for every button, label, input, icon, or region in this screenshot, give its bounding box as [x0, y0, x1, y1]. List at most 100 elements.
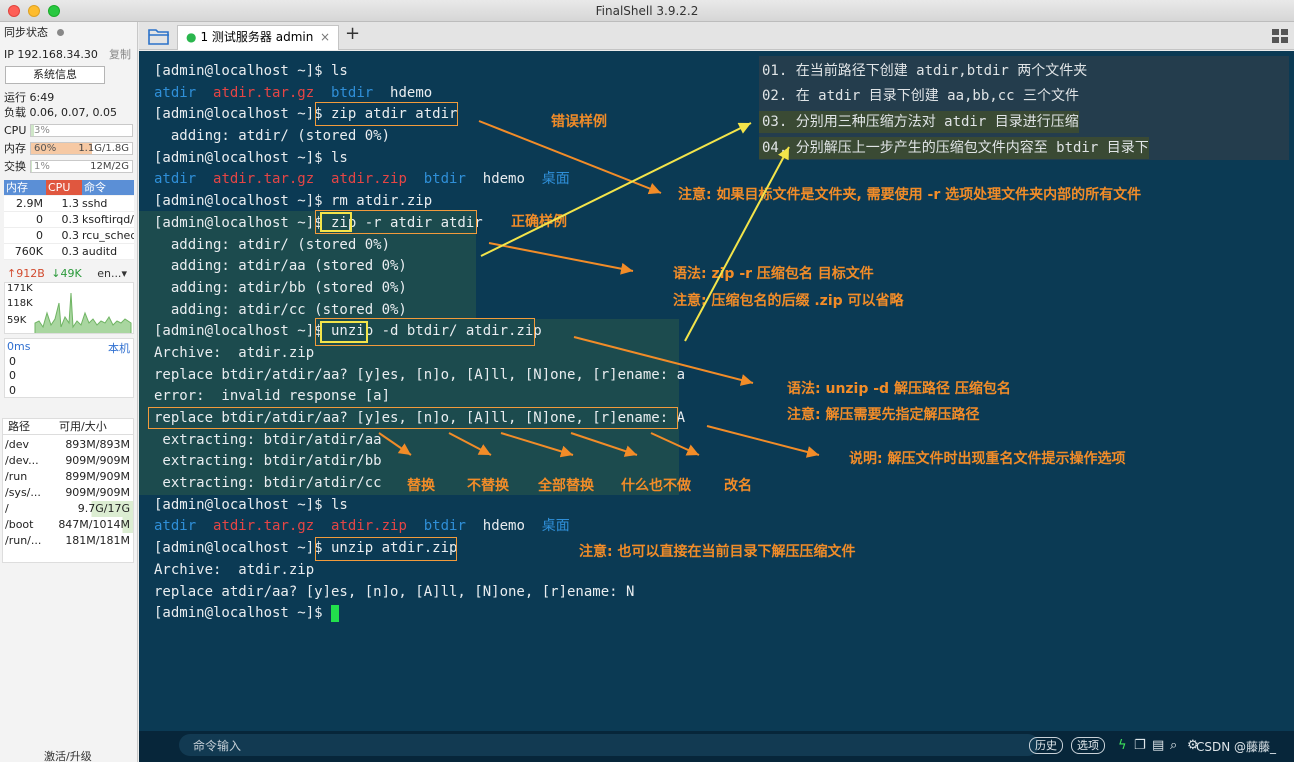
close-tab-icon[interactable]: × [320, 26, 330, 49]
net-upload: 912B [16, 267, 45, 280]
upload-arrow-icon: ↑ [7, 267, 17, 280]
proc-cpu: 1.3 [61, 197, 80, 210]
options-button[interactable]: 选项 [1071, 737, 1105, 754]
chevron-down-icon[interactable]: ▾ [121, 267, 127, 280]
folder-icon[interactable] [148, 27, 170, 45]
disk-row[interactable]: /sys/... 909M/909M [3, 485, 133, 501]
disk-row[interactable]: /dev 893M/893M [3, 437, 133, 453]
proc-cpu: 0.3 [61, 245, 80, 258]
disk-size: 181M/181M [65, 534, 130, 547]
sync-dot-icon [56, 29, 64, 36]
latency-host[interactable]: 本机 [108, 340, 130, 356]
disk-table: 路径 可用/大小 /dev 893M/893M /dev... 909M/909M … [2, 418, 134, 563]
memory-value: 1.1G/1.8G [78, 143, 129, 154]
grid-view-icon[interactable] [1272, 29, 1288, 43]
system-info-button[interactable]: 系统信息 [5, 66, 105, 84]
sync-status: 同步状态 [4, 25, 133, 41]
command-bar: 命令输入 历史 选项 ϟ ❐ ▤ ⌕ ⚙ CSDN @藤藤_ [139, 731, 1294, 762]
proc-cmd: rcu_sched [82, 229, 134, 242]
disk-col-size[interactable]: 可用/大小 [59, 419, 133, 434]
proc-col-cpu[interactable]: CPU [46, 180, 82, 195]
cpu-bar: 3% [30, 124, 133, 137]
search-icon[interactable]: ⌕ [1170, 738, 1177, 753]
disk-path: /boot [5, 518, 34, 531]
proc-cmd: ksoftirqd/ [82, 213, 134, 226]
add-tab-icon[interactable]: + [345, 23, 360, 44]
proc-mem: 2.9M [16, 197, 43, 210]
proc-mem: 0 [36, 213, 43, 226]
process-table-header: 内存 CPU 命令 [4, 180, 134, 195]
terminal[interactable]: [admin@localhost ~]$ ls atdir atdir.tar.g… [139, 51, 1294, 731]
latency-scale: 0 [9, 369, 16, 382]
network-graph: 171K 118K 59K [4, 282, 134, 334]
disk-size: 899M/909M [65, 470, 130, 483]
disk-col-path[interactable]: 路径 [3, 419, 59, 434]
tab-label: 1 测试服务器 admin [200, 30, 314, 44]
tab-bar: ● 1 测试服务器 admin × + [139, 22, 1294, 50]
disk-row[interactable]: /run/... 181M/181M [3, 533, 133, 549]
load-average: 负载 0.06, 0.07, 0.05 [4, 106, 117, 119]
sidebar: 同步状态 IP 192.168.34.30 复制 系统信息 运行 6:49 负载… [0, 22, 138, 762]
swap-value: 12M/2G [90, 161, 129, 172]
disk-row[interactable]: / 9.7G/17G [3, 501, 133, 517]
process-row[interactable]: 2.9M 1.3 sshd [4, 196, 134, 212]
maximize-window-button[interactable] [48, 5, 60, 17]
network-graph-plot [34, 292, 132, 333]
disk-size: 847M/1014M [58, 518, 130, 531]
disk-size: 909M/909M [65, 454, 130, 467]
uptime: 运行 6:49 [4, 91, 55, 104]
disk-size: 909M/909M [65, 486, 130, 499]
disk-row[interactable]: /boot 847M/1014M [3, 517, 133, 533]
proc-cpu: 0.3 [61, 213, 80, 226]
swap-percent: 1% [34, 161, 50, 172]
history-button[interactable]: 历史 [1029, 737, 1063, 754]
proc-cmd: auditd [82, 245, 118, 258]
close-window-button[interactable] [8, 5, 20, 17]
watermark-credit: CSDN @藤藤_ [1195, 740, 1276, 754]
disk-row[interactable]: /run 899M/909M [3, 469, 133, 485]
tab-server[interactable]: ● 1 测试服务器 admin × [177, 25, 339, 50]
process-row[interactable]: 760K 0.3 auditd [4, 244, 134, 260]
proc-col-cmd[interactable]: 命令 [82, 180, 134, 195]
swap-bar-fill [31, 161, 32, 172]
ip-address: IP 192.168.34.30 [4, 48, 98, 61]
copy-icon[interactable]: ❐ [1134, 738, 1146, 753]
disk-size: 893M/893M [65, 438, 130, 451]
minimize-window-button[interactable] [28, 5, 40, 17]
disk-path: /run/... [5, 534, 42, 547]
copy-ip-button[interactable]: 复制 [109, 47, 131, 63]
network-stats: ↑912B ↓49K en...▾ [7, 267, 127, 280]
lightning-icon[interactable]: ϟ [1118, 738, 1127, 753]
memory-percent: 60% [34, 143, 57, 154]
memory-bar: 60% 1.1G/1.8G [30, 142, 133, 155]
process-row[interactable]: 0 0.3 rcu_sched [4, 228, 134, 244]
net-interface-select[interactable]: en... [97, 267, 121, 280]
disk-size: 9.7G/17G [77, 502, 130, 515]
window-title: FinalShell 3.9.2.2 [595, 3, 699, 18]
annotation-arrows [378, 120, 820, 458]
upgrade-link[interactable]: 激活/升级 [44, 748, 92, 762]
disk-table-header: 路径 可用/大小 [3, 419, 133, 435]
proc-cmd: sshd [82, 197, 108, 210]
latency-scale: 0 [9, 355, 16, 368]
proc-cpu: 0.3 [61, 229, 80, 242]
proc-mem: 760K [14, 245, 43, 258]
command-input[interactable]: 命令输入 [179, 734, 1039, 756]
proc-mem: 0 [36, 229, 43, 242]
latency-panel: 0ms 本机 0 0 0 [4, 338, 134, 398]
disk-path: /dev... [5, 454, 39, 467]
cpu-value: 3% [34, 125, 50, 136]
latency-scale: 0 [9, 384, 16, 397]
proc-col-mem[interactable]: 内存 [4, 180, 46, 195]
title-bar: FinalShell 3.9.2.2 [0, 0, 1294, 22]
process-row[interactable]: 0 0.3 ksoftirqd/ [4, 212, 134, 228]
sync-label: 同步状态 [4, 26, 48, 39]
latency-value: 0ms [7, 340, 31, 353]
disk-path: /dev [5, 438, 29, 451]
disk-row[interactable]: /dev... 909M/909M [3, 453, 133, 469]
disk-path: /sys/... [5, 486, 41, 499]
ip-row: IP 192.168.34.30 复制 [4, 47, 133, 63]
command-input-placeholder: 命令输入 [193, 739, 242, 753]
swap-bar: 1% 12M/2G [30, 160, 133, 173]
paste-icon[interactable]: ▤ [1152, 738, 1164, 753]
